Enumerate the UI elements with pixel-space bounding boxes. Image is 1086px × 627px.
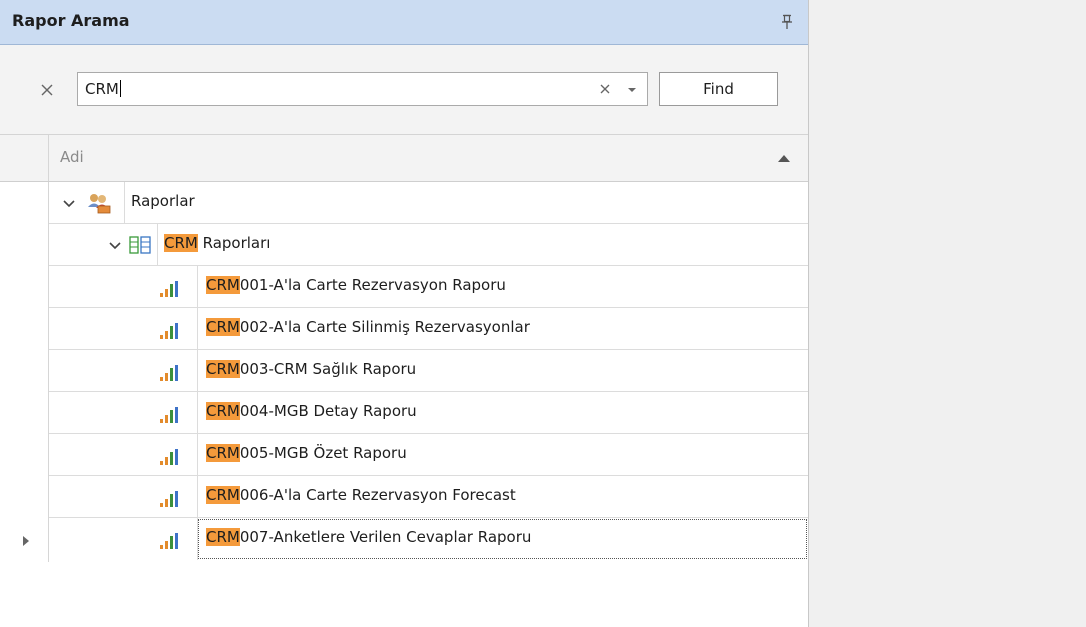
search-input-value: CRM — [85, 80, 121, 98]
report-name: CRM004-MGB Detay Raporu — [206, 402, 417, 420]
tree-node-crm-raporlari[interactable]: CRM Raporları — [49, 224, 808, 266]
report-name-cell: CRM001-A'la Carte Rezervasyon Raporu — [197, 266, 808, 308]
tree-node-label: CRM Raporları — [164, 234, 271, 252]
search-highlight: CRM — [206, 444, 240, 462]
sort-ascending-icon[interactable] — [776, 153, 792, 163]
search-input[interactable]: CRM — [77, 72, 648, 106]
report-name: CRM003-CRM Sağlık Raporu — [206, 360, 417, 378]
search-highlight: CRM — [206, 360, 240, 378]
report-name: CRM006-A'la Carte Rezervasyon Forecast — [206, 486, 516, 504]
tree-node-raporlar[interactable]: Raporlar — [49, 182, 808, 224]
report-search-panel: Rapor Arama CRM Find Adi Raporlar CRM Ra… — [0, 0, 809, 627]
report-name-cell: CRM005-MGB Özet Raporu — [197, 434, 808, 476]
report-name-cell-focused: CRM007-Anketlere Verilen Cevaplar Raporu — [197, 518, 808, 560]
tree-node-cell: CRM Raporları — [157, 224, 808, 266]
bar-chart-icon — [160, 281, 178, 297]
search-highlight: CRM — [206, 486, 240, 504]
chevron-down-icon[interactable] — [62, 199, 76, 209]
current-row-indicator-icon — [23, 536, 29, 546]
search-highlight: CRM — [206, 402, 240, 420]
report-name: CRM002-A'la Carte Silinmiş Rezervasyonla… — [206, 318, 530, 336]
report-name-cell: CRM004-MGB Detay Raporu — [197, 392, 808, 434]
search-highlight: CRM — [206, 318, 240, 336]
report-row-crm003[interactable]: CRM003-CRM Sağlık Raporu — [49, 350, 808, 392]
report-row-crm007[interactable]: CRM007-Anketlere Verilen Cevaplar Raporu — [49, 518, 808, 560]
clear-icon[interactable] — [596, 80, 614, 98]
report-name: CRM007-Anketlere Verilen Cevaplar Raporu — [206, 528, 532, 546]
bar-chart-icon — [160, 491, 178, 507]
chevron-down-icon[interactable] — [108, 241, 122, 251]
chevron-down-icon[interactable] — [625, 84, 639, 96]
report-name-cell: CRM006-A'la Carte Rezervasyon Forecast — [197, 476, 808, 518]
search-highlight: CRM — [206, 528, 240, 546]
report-group-icon — [129, 236, 151, 254]
pin-icon[interactable] — [780, 14, 794, 30]
report-name-cell: CRM002-A'la Carte Silinmiş Rezervasyonla… — [197, 308, 808, 350]
search-highlight: CRM — [206, 276, 240, 294]
report-row-crm005[interactable]: CRM005-MGB Özet Raporu — [49, 434, 808, 476]
tree-node-label: Raporlar — [131, 192, 195, 210]
panel-title: Rapor Arama — [12, 11, 130, 30]
row-indicator-column — [0, 182, 49, 562]
report-name: CRM001-A'la Carte Rezervasyon Raporu — [206, 276, 506, 294]
report-row-crm004[interactable]: CRM004-MGB Detay Raporu — [49, 392, 808, 434]
panel-titlebar: Rapor Arama — [0, 0, 808, 45]
bar-chart-icon — [160, 533, 178, 549]
report-row-crm002[interactable]: CRM002-A'la Carte Silinmiş Rezervasyonla… — [49, 308, 808, 350]
bar-chart-icon — [160, 323, 178, 339]
search-highlight: CRM — [164, 234, 198, 252]
report-row-crm006[interactable]: CRM006-A'la Carte Rezervasyon Forecast — [49, 476, 808, 518]
find-button[interactable]: Find — [659, 72, 778, 106]
tree-node-cell: Raporlar — [124, 182, 808, 224]
column-header-adi[interactable]: Adi — [60, 148, 84, 166]
report-row-crm001[interactable]: CRM001-A'la Carte Rezervasyon Raporu — [49, 266, 808, 308]
report-name: CRM005-MGB Özet Raporu — [206, 444, 407, 462]
column-header-row: Adi — [0, 135, 808, 182]
close-icon[interactable] — [38, 81, 56, 99]
bar-chart-icon — [160, 365, 178, 381]
bar-chart-icon — [160, 407, 178, 423]
users-folder-icon — [88, 194, 111, 214]
bar-chart-icon — [160, 449, 178, 465]
report-name-cell: CRM003-CRM Sağlık Raporu — [197, 350, 808, 392]
row-indicator-header — [0, 135, 49, 181]
search-toolbar: CRM Find — [0, 45, 808, 135]
